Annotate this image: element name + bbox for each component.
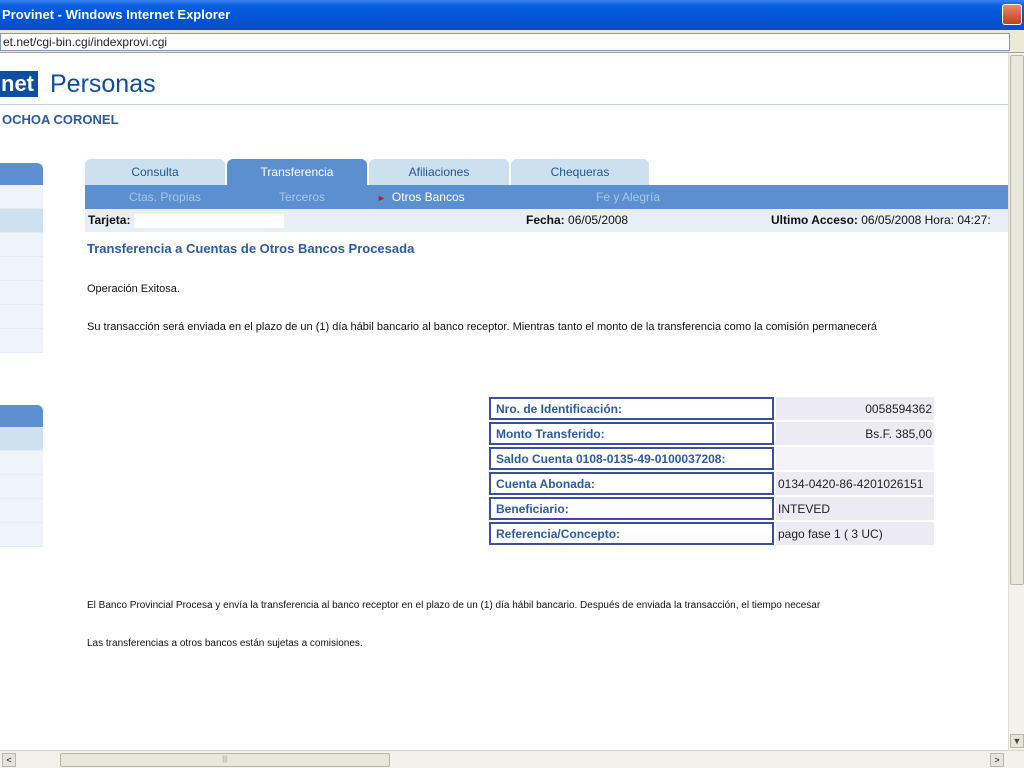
window-titlebar: Provinet - Windows Internet Explorer <box>0 0 1024 30</box>
sidebar-item[interactable] <box>0 451 43 475</box>
detail-label: Cuenta Abonada: <box>489 472 774 495</box>
sidebar-item[interactable] <box>0 523 43 547</box>
table-row: Monto Transferido: Bs.F. 385,00 <box>489 422 934 445</box>
detail-value: pago fase 1 ( 3 UC) <box>776 522 934 545</box>
scroll-down-arrow-icon[interactable]: ▼ <box>1010 734 1024 748</box>
sidebar-item[interactable] <box>0 233 43 257</box>
scroll-left-arrow-icon[interactable]: < <box>2 753 16 767</box>
footer-note: Las transferencias a otros bancos están … <box>87 638 363 649</box>
address-input[interactable]: et.net/cgi-bin.cgi/indexprovi.cgi <box>0 33 1010 51</box>
page-title: Transferencia a Cuentas de Otros Bancos … <box>87 241 415 256</box>
sidebar-menu-top <box>0 163 43 353</box>
sidebar-header <box>0 405 43 427</box>
scroll-thumb[interactable] <box>1010 55 1024 585</box>
horizontal-scrollbar[interactable]: < ||| > <box>0 750 1024 768</box>
subnav-terceros[interactable]: Terceros <box>279 185 325 209</box>
scroll-right-arrow-icon[interactable]: > <box>990 753 1004 767</box>
sidebar-item[interactable] <box>0 499 43 523</box>
user-name: OCHOA CORONEL <box>2 112 119 127</box>
card-field: Tarjeta: <box>88 209 284 232</box>
subnav-ctas-propias[interactable]: Ctas. Propias <box>129 185 201 209</box>
subnav-otros-bancos-label: Otros Bancos <box>391 190 465 204</box>
last-access-value: 06/05/2008 Hora: 04:27: <box>861 213 991 227</box>
subnav-fe-y-alegria[interactable]: Fe y Alegría <box>596 185 660 209</box>
detail-value: 0058594362 <box>776 397 934 420</box>
date-label: Fecha: <box>526 213 565 227</box>
table-row: Referencia/Concepto: pago fase 1 ( 3 UC) <box>489 522 934 545</box>
sidebar-item[interactable] <box>0 281 43 305</box>
detail-label: Monto Transferido: <box>489 422 774 445</box>
sidebar-item[interactable] <box>0 185 43 209</box>
vertical-scrollbar[interactable]: ▼ <box>1008 53 1024 750</box>
date-field: Fecha: 06/05/2008 <box>526 209 628 232</box>
sidebar-item[interactable] <box>0 257 43 281</box>
detail-value: INTEVED <box>776 497 934 520</box>
header-divider <box>0 104 1008 105</box>
detail-label: Referencia/Concepto: <box>489 522 774 545</box>
tab-consulta[interactable]: Consulta <box>85 159 225 185</box>
table-row: Beneficiario: INTEVED <box>489 497 934 520</box>
subnav-otros-bancos[interactable]: ► Otros Bancos <box>377 185 465 210</box>
arrow-right-icon: ► <box>377 193 386 203</box>
detail-value: Bs.F. 385,00 <box>776 422 934 445</box>
detail-label: Nro. de Identificación: <box>489 397 774 420</box>
scroll-thumb[interactable]: ||| <box>60 753 390 767</box>
sidebar-item[interactable] <box>0 305 43 329</box>
operation-status: Operación Exitosa. <box>87 283 180 295</box>
date-value: 06/05/2008 <box>568 213 629 227</box>
tab-transferencia[interactable]: Transferencia <box>227 159 367 185</box>
transfer-subnav: Ctas. Propias Terceros ► Otros Bancos Fe … <box>85 185 1008 209</box>
bank-logo: net <box>0 71 38 97</box>
table-row: Saldo Cuenta 0108-0135-49-0100037208: <box>489 447 934 470</box>
last-access-field: Ultimo Acceso: 06/05/2008 Hora: 04:27: <box>771 209 991 232</box>
sidebar-item[interactable] <box>0 475 43 499</box>
address-bar: et.net/cgi-bin.cgi/indexprovi.cgi <box>0 30 1024 53</box>
table-row: Cuenta Abonada: 0134-0420-86-4201026151 <box>489 472 934 495</box>
sidebar-header <box>0 163 43 185</box>
transfer-details-table: Nro. de Identificación: 0058594362 Monto… <box>487 395 936 547</box>
detail-value <box>776 447 934 470</box>
table-row: Nro. de Identificación: 0058594362 <box>489 397 934 420</box>
window-title: Provinet - Windows Internet Explorer <box>2 7 231 22</box>
tab-afiliaciones[interactable]: Afiliaciones <box>369 159 509 185</box>
sidebar-item[interactable] <box>0 209 43 233</box>
detail-value: 0134-0420-86-4201026151 <box>776 472 934 495</box>
processing-message: Su transacción será enviada en el plazo … <box>87 321 878 333</box>
detail-label: Saldo Cuenta 0108-0135-49-0100037208: <box>489 447 774 470</box>
last-access-label: Ultimo Acceso: <box>771 213 858 227</box>
sidebar-menu-bottom <box>0 405 43 547</box>
site-section-title: Personas <box>50 70 156 98</box>
footer-note: El Banco Provincial Procesa y envía la t… <box>87 600 821 611</box>
tab-chequeras[interactable]: Chequeras <box>511 159 649 185</box>
card-label: Tarjeta: <box>88 213 131 227</box>
sidebar-item[interactable] <box>0 329 43 353</box>
page-viewport: net Personas OCHOA CORONEL Consulta Tran… <box>0 53 1008 750</box>
detail-label: Beneficiario: <box>489 497 774 520</box>
close-window-button[interactable] <box>1002 4 1022 25</box>
account-info-bar: Tarjeta: Fecha: 06/05/2008 Ultimo Acceso… <box>85 209 1008 232</box>
sidebar-item[interactable] <box>0 427 43 451</box>
card-number-masked <box>133 213 284 228</box>
